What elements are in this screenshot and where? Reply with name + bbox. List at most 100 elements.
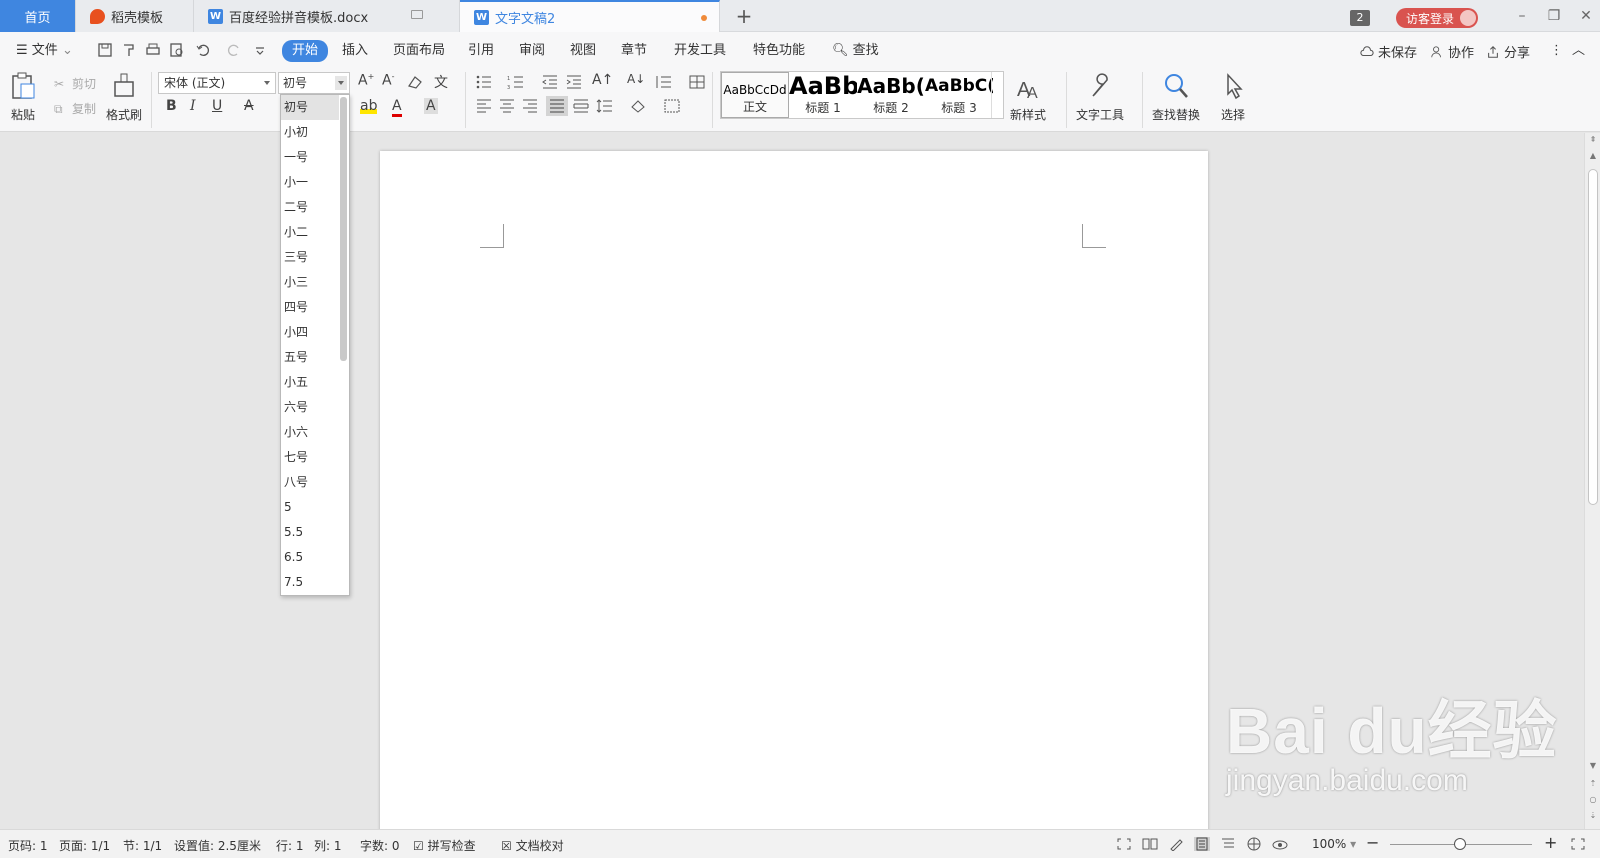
- status-setting-value[interactable]: 设置值: 2.5厘米: [174, 837, 261, 854]
- shading-icon[interactable]: [629, 98, 647, 114]
- menu-chapter[interactable]: 章节: [621, 41, 647, 61]
- zoom-out-icon[interactable]: −: [1366, 833, 1379, 852]
- cut-button[interactable]: ✂ 剪切: [54, 75, 96, 92]
- print-icon[interactable]: [145, 42, 161, 58]
- more-options-icon[interactable]: ⋮: [1550, 41, 1563, 61]
- reading-mode-icon[interactable]: [1142, 837, 1158, 851]
- fit-page-icon[interactable]: [1570, 837, 1586, 851]
- paragraph-spacing-icon[interactable]: [596, 98, 614, 114]
- font-size-option[interactable]: 小四: [281, 320, 339, 345]
- new-tab-button[interactable]: +: [732, 4, 756, 28]
- tab-docer-templates[interactable]: 稻壳模板: [76, 0, 194, 32]
- font-size-option[interactable]: 小六: [281, 420, 339, 445]
- underline-icon[interactable]: U: [212, 98, 222, 114]
- redo-icon[interactable]: [226, 42, 242, 58]
- status-page-count[interactable]: 页面: 1/1: [59, 837, 110, 854]
- decrease-font-size-icon[interactable]: A-: [382, 72, 394, 89]
- outline-view-icon[interactable]: [1220, 837, 1236, 851]
- line-spacing-icon[interactable]: [655, 74, 673, 90]
- bold-icon[interactable]: B: [166, 98, 177, 114]
- justify-icon[interactable]: [546, 96, 568, 116]
- font-size-option[interactable]: 小初: [281, 120, 339, 145]
- font-size-option[interactable]: 七号: [281, 445, 339, 470]
- font-color-icon[interactable]: A: [392, 98, 402, 117]
- tab-baidu-template-doc[interactable]: W 百度经验拼音模板.docx: [194, 0, 460, 32]
- eye-protection-icon[interactable]: [1272, 837, 1288, 851]
- sort-icon[interactable]: A↓: [627, 72, 645, 86]
- font-name-select[interactable]: 宋体 (正文): [158, 72, 276, 94]
- next-page-icon[interactable]: ⇣: [1588, 811, 1598, 821]
- menu-page-layout[interactable]: 页面布局: [393, 41, 445, 61]
- scrollbar-thumb[interactable]: [1588, 169, 1598, 505]
- save-icon[interactable]: [97, 42, 113, 58]
- spell-check-button[interactable]: ☑ 拼写检查: [413, 837, 476, 854]
- font-size-option[interactable]: 5.5: [281, 520, 339, 545]
- font-size-select[interactable]: 初号: [278, 72, 350, 94]
- menu-references[interactable]: 引用: [468, 41, 494, 61]
- monitor-icon[interactable]: [411, 10, 423, 19]
- status-section[interactable]: 节: 1/1: [123, 837, 162, 854]
- style-heading-2[interactable]: AaBb( 标题 2: [857, 72, 925, 118]
- print-preview-icon[interactable]: [169, 42, 185, 58]
- minimize-icon[interactable]: –: [1512, 6, 1532, 26]
- align-left-icon[interactable]: [475, 98, 493, 114]
- menu-home[interactable]: 开始: [282, 40, 329, 62]
- font-size-option[interactable]: 一号: [281, 145, 339, 170]
- close-icon[interactable]: ✕: [1576, 6, 1596, 26]
- phonetic-guide-icon[interactable]: 文: [434, 72, 448, 92]
- numbered-list-icon[interactable]: 13: [507, 74, 525, 90]
- copy-button[interactable]: ⧉ 复制: [54, 100, 96, 117]
- align-center-icon[interactable]: [498, 98, 516, 114]
- font-size-option[interactable]: 三号: [281, 245, 339, 270]
- menu-special-features[interactable]: 特色功能: [753, 41, 805, 61]
- share-button[interactable]: 分享: [1486, 42, 1530, 61]
- menu-insert[interactable]: 插入: [342, 41, 368, 61]
- font-size-option[interactable]: 小二: [281, 220, 339, 245]
- font-size-option[interactable]: 小一: [281, 170, 339, 195]
- strikethrough-icon[interactable]: A: [244, 98, 254, 114]
- scroll-up-icon[interactable]: ▲: [1588, 151, 1598, 161]
- menu-search-button[interactable]: 🔍︎ 查找: [832, 41, 879, 61]
- font-size-option[interactable]: 小三: [281, 270, 339, 295]
- text-direction-icon[interactable]: A↑: [592, 72, 613, 88]
- new-style-button[interactable]: AA 新样式: [1010, 72, 1046, 123]
- bullet-list-icon[interactable]: [475, 74, 493, 90]
- scroll-down-icon[interactable]: ▼: [1588, 761, 1598, 771]
- tab-home[interactable]: 首页: [0, 0, 76, 32]
- show-marks-icon[interactable]: [688, 74, 706, 90]
- font-size-option[interactable]: 7.5: [281, 570, 339, 595]
- menu-developer-tools[interactable]: 开发工具: [674, 41, 726, 61]
- tab-document-2[interactable]: W 文字文稿2: [460, 0, 720, 32]
- chevron-down-icon[interactable]: [335, 76, 347, 90]
- browse-object-icon[interactable]: ○: [1588, 795, 1598, 805]
- paste-button[interactable]: 粘贴: [10, 72, 36, 123]
- restore-icon[interactable]: ❐: [1544, 6, 1564, 26]
- customize-quick-access-icon[interactable]: [252, 42, 268, 58]
- document-page[interactable]: [380, 151, 1208, 829]
- unsaved-cloud-button[interactable]: 未保存: [1360, 42, 1417, 61]
- vertical-scrollbar[interactable]: ⇞ ▲ ▼ ⇡ ○ ⇣: [1584, 133, 1600, 829]
- increase-indent-icon[interactable]: [565, 74, 583, 90]
- page-view-icon[interactable]: [1194, 837, 1210, 851]
- decrease-indent-icon[interactable]: [541, 74, 559, 90]
- style-heading-3[interactable]: AaBbC( 标题 3: [925, 72, 993, 118]
- menu-view[interactable]: 视图: [570, 41, 596, 61]
- status-page-number[interactable]: 页码: 1: [8, 837, 48, 854]
- fullscreen-icon[interactable]: [1116, 837, 1132, 851]
- collaborate-button[interactable]: 协作: [1430, 42, 1474, 61]
- status-row[interactable]: 行: 1: [276, 837, 304, 854]
- scroll-top-icon[interactable]: ⇞: [1588, 135, 1598, 145]
- font-size-option[interactable]: 5: [281, 495, 339, 520]
- menu-review[interactable]: 审阅: [519, 41, 545, 61]
- clear-format-icon[interactable]: [406, 74, 424, 90]
- character-shading-icon[interactable]: A: [424, 98, 438, 114]
- font-size-option[interactable]: 初号: [281, 95, 339, 120]
- font-size-option[interactable]: 五号: [281, 345, 339, 370]
- select-button[interactable]: 选择: [1220, 72, 1246, 123]
- font-size-option[interactable]: 六号: [281, 395, 339, 420]
- find-replace-button[interactable]: 查找替换: [1152, 72, 1200, 123]
- status-word-count[interactable]: 字数: 0: [360, 837, 400, 854]
- write-mode-icon[interactable]: [1168, 837, 1184, 851]
- previous-page-icon[interactable]: ⇡: [1588, 779, 1598, 789]
- zoom-in-icon[interactable]: +: [1544, 833, 1557, 852]
